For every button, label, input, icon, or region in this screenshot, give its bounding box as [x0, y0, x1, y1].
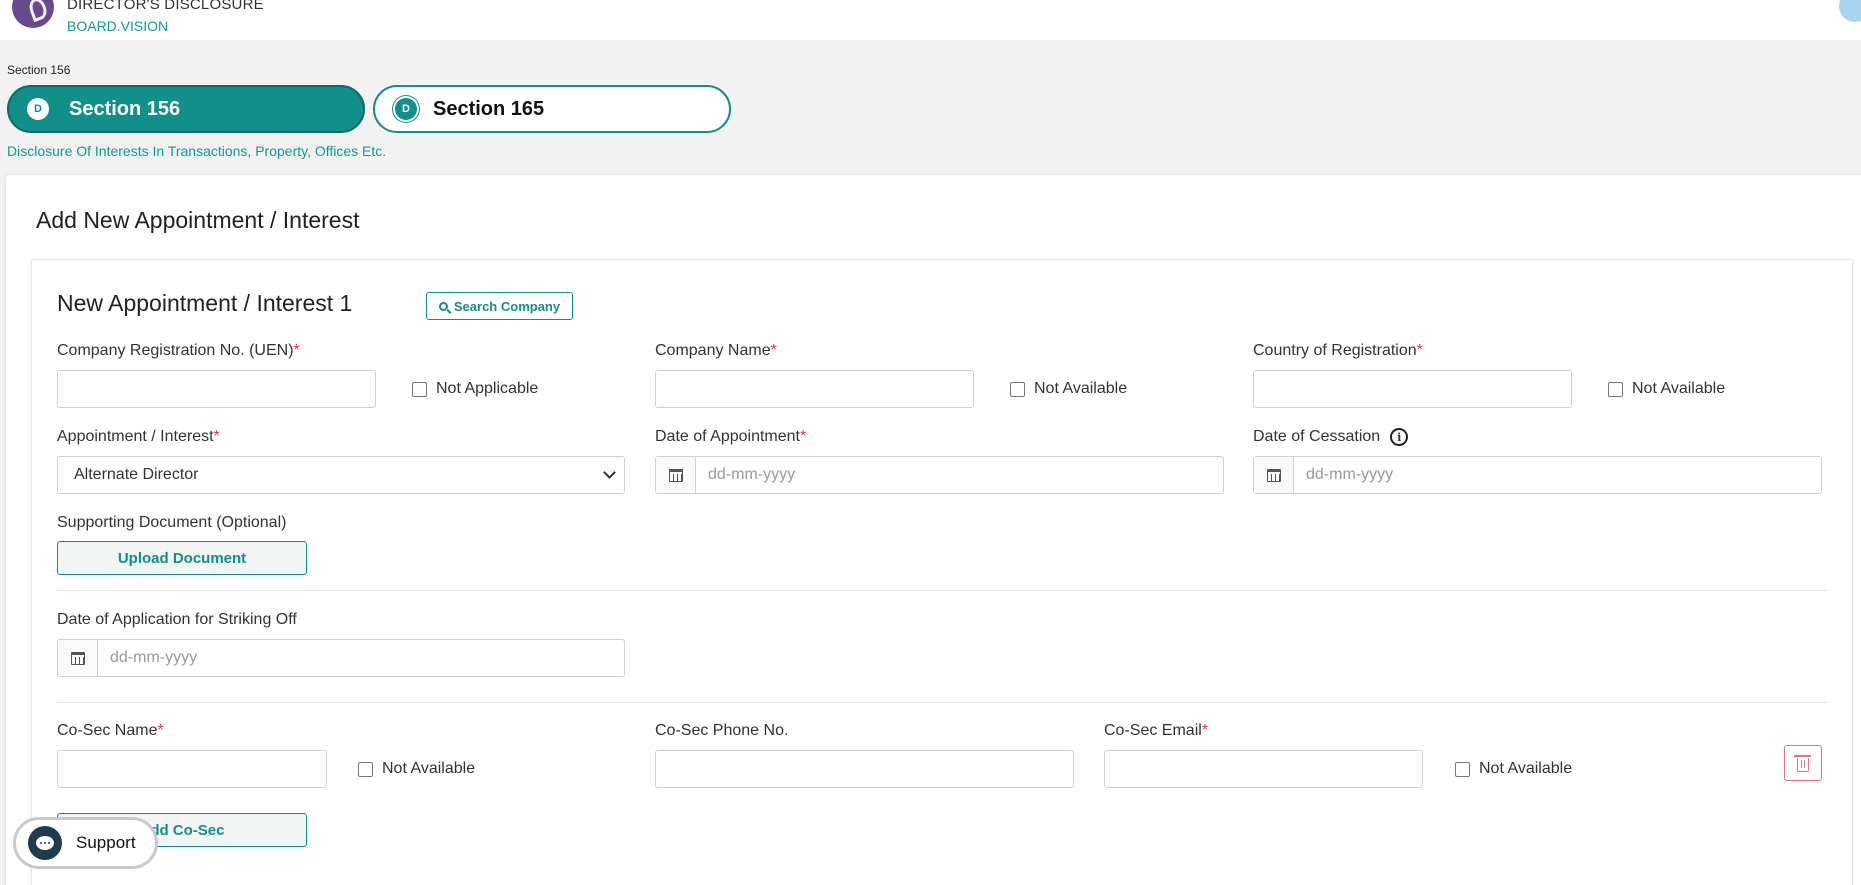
app-title: DIRECTOR'S DISCLOSURE — [67, 0, 264, 13]
checkbox-label: Not Available — [1479, 760, 1573, 777]
calendar-icon-button[interactable] — [1254, 457, 1294, 493]
cosec-name-not-available-checkbox[interactable] — [358, 761, 373, 777]
section-description: Disclosure Of Interests In Transactions,… — [7, 143, 387, 159]
required-mark: * — [293, 342, 300, 359]
date-placeholder: dd-mm-yyyy — [110, 649, 198, 666]
uen-label: Company Registration No. (UEN)* — [57, 342, 300, 359]
cosec-name-input[interactable] — [57, 750, 327, 788]
required-mark: * — [1416, 342, 1423, 359]
chevron-down-icon — [603, 466, 616, 479]
info-icon[interactable]: i — [1390, 428, 1409, 446]
search-icon — [438, 301, 448, 311]
cosec-email-label: Co-Sec Email* — [1104, 722, 1209, 739]
cosec-name-not-available[interactable]: Not Available — [358, 760, 475, 778]
striking-off-date-field[interactable]: dd-mm-yyyy — [57, 639, 625, 677]
upload-document-button[interactable]: Upload Document — [57, 541, 307, 575]
user-avatar-icon[interactable] — [1839, 0, 1861, 22]
support-button[interactable]: Support — [13, 817, 158, 869]
search-company-label: Search Company — [453, 298, 561, 314]
checkbox-label: Not Available — [382, 760, 476, 777]
calendar-icon-button[interactable] — [58, 640, 98, 676]
d-badge-icon: D — [395, 98, 417, 120]
date-placeholder: dd-mm-yyyy — [708, 466, 796, 483]
cosec-email-input[interactable] — [1104, 750, 1423, 788]
uen-not-applicable[interactable]: Not Applicable — [412, 380, 538, 398]
country-not-available-checkbox[interactable] — [1608, 381, 1623, 397]
tab-section-156[interactable]: D Section 156 — [7, 85, 365, 133]
tab-label: Section 165 — [433, 97, 545, 120]
company-name-not-available-checkbox[interactable] — [1010, 381, 1025, 397]
uen-not-applicable-checkbox[interactable] — [412, 381, 427, 397]
delete-cosec-button[interactable] — [1784, 745, 1822, 781]
entry-title: New Appointment / Interest 1 — [57, 290, 353, 316]
required-mark: * — [770, 342, 777, 359]
company-name-not-available[interactable]: Not Available — [1010, 380, 1127, 398]
d-badge-icon: D — [27, 98, 49, 120]
chat-bubble-icon — [28, 826, 62, 860]
calendar-icon — [70, 651, 85, 665]
date-of-appointment-label: Date of Appointment* — [655, 428, 807, 445]
country-input[interactable] — [1253, 370, 1572, 408]
required-mark: * — [157, 722, 164, 739]
board-vision-logo-icon[interactable] — [12, 0, 54, 28]
form-title: Add New Appointment / Interest — [36, 207, 360, 233]
calendar-icon — [1266, 468, 1281, 482]
cosec-email-not-available[interactable]: Not Available — [1455, 760, 1572, 778]
date-of-appointment-field[interactable]: dd-mm-yyyy — [655, 456, 1224, 494]
country-label: Country of Registration* — [1253, 342, 1423, 359]
supporting-document-label: Supporting Document (Optional) — [57, 514, 287, 531]
section-breadcrumb: Section 156 — [7, 63, 71, 77]
striking-off-label: Date of Application for Striking Off — [57, 611, 297, 628]
cosec-phone-label: Co-Sec Phone No. — [655, 722, 789, 739]
company-name-label: Company Name* — [655, 342, 777, 359]
uen-input[interactable] — [57, 370, 376, 408]
appointment-label: Appointment / Interest* — [57, 428, 220, 445]
required-mark: * — [213, 428, 220, 445]
form-card: Add New Appointment / Interest New Appoi… — [6, 175, 1861, 885]
cosec-email-not-available-checkbox[interactable] — [1455, 761, 1470, 777]
trash-icon — [1794, 754, 1811, 772]
checkbox-label: Not Available — [1034, 380, 1128, 397]
divider — [57, 702, 1828, 703]
required-mark: * — [799, 428, 807, 445]
appointment-select[interactable]: Alternate Director — [57, 456, 625, 494]
appointment-selected-value: Alternate Director — [74, 466, 199, 483]
top-bar: DIRECTOR'S DISCLOSURE BOARD.VISION — [0, 0, 1861, 40]
checkbox-label: Not Available — [1632, 380, 1726, 397]
cosec-phone-input[interactable] — [655, 750, 1074, 788]
required-mark: * — [1201, 722, 1209, 739]
app-subtitle: BOARD.VISION — [67, 18, 169, 34]
search-company-button[interactable]: Search Company — [426, 292, 573, 320]
support-label: Support — [76, 833, 136, 852]
date-of-cessation-field[interactable]: dd-mm-yyyy — [1253, 456, 1822, 494]
country-not-available[interactable]: Not Available — [1608, 380, 1725, 398]
date-of-cessation-label: Date of Cessation i — [1253, 428, 1409, 446]
company-name-input[interactable] — [655, 370, 974, 408]
cosec-name-label: Co-Sec Name* — [57, 722, 164, 739]
date-placeholder: dd-mm-yyyy — [1306, 466, 1394, 483]
divider — [57, 590, 1828, 591]
calendar-icon — [668, 468, 683, 482]
tab-section-165[interactable]: D Section 165 — [373, 85, 731, 133]
calendar-icon-button[interactable] — [656, 457, 696, 493]
checkbox-label: Not Applicable — [436, 380, 539, 397]
tab-label: Section 156 — [69, 97, 181, 120]
appointment-entry-card: New Appointment / Interest 1 Search Comp… — [31, 259, 1853, 885]
